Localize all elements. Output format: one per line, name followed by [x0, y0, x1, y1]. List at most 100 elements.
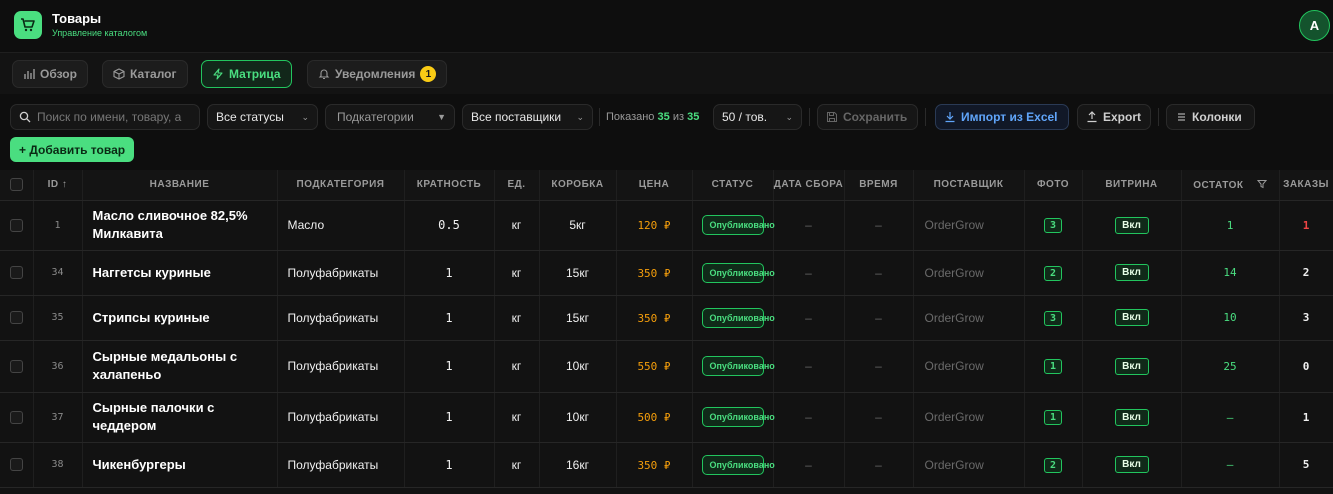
cell-photo[interactable]: 3 [1024, 200, 1083, 251]
photo-count-badge[interactable]: 3 [1044, 310, 1062, 326]
cell-photo[interactable]: 2 [1024, 250, 1083, 296]
status-badge[interactable]: Опубликовано [701, 307, 775, 328]
cell-status[interactable]: Опубликовано [692, 250, 775, 296]
cell-photo[interactable]: 1 [1024, 340, 1083, 393]
cell-stock[interactable]: – [1181, 392, 1280, 443]
photo-count-badge[interactable]: 2 [1044, 457, 1062, 473]
cell-time[interactable]: – [844, 295, 914, 341]
cell-multiplicity[interactable]: 1 [404, 250, 495, 296]
vitrina-toggle[interactable]: Вкл [1114, 216, 1149, 234]
avatar[interactable]: A [1299, 10, 1330, 41]
cell-box[interactable]: 10кг [539, 392, 617, 443]
col-header-box[interactable]: Коробка [539, 170, 617, 201]
vitrina-toggle[interactable]: Вкл [1114, 456, 1149, 473]
row-select-cell[interactable] [0, 392, 34, 443]
col-header-name[interactable]: Название [82, 170, 278, 201]
cell-stock[interactable]: 25 [1181, 340, 1280, 393]
cell-unit[interactable]: кг [494, 250, 540, 296]
cell-subcategory[interactable]: Полуфабрикаты [277, 442, 405, 488]
filter-icon[interactable] [1256, 179, 1267, 189]
cell-status[interactable]: Опубликовано [692, 295, 775, 341]
cell-status[interactable]: Опубликовано [692, 442, 775, 488]
cell-price[interactable]: 550 ₽ [616, 340, 693, 393]
tab-matrix[interactable]: Матрица [201, 60, 292, 88]
cell-unit[interactable]: кг [494, 392, 540, 443]
table-row[interactable]: 1 Масло сливочное 82,5% Милкавита Масло 0.5… [0, 200, 1333, 251]
select-all-cell[interactable] [0, 170, 34, 201]
cell-supplier[interactable]: OrderGrow [913, 442, 1025, 488]
cell-status[interactable]: Опубликовано [692, 340, 775, 393]
cell-unit[interactable]: кг [494, 200, 540, 251]
cell-price[interactable]: 350 ₽ [616, 250, 693, 296]
status-filter[interactable]: Все статусы ⌄ [207, 104, 318, 130]
row-select-cell[interactable] [0, 200, 34, 251]
cell-vitrina[interactable]: Вкл [1082, 442, 1182, 488]
cell-supplier[interactable]: OrderGrow [913, 295, 1025, 341]
cell-collect-date[interactable]: – [773, 295, 845, 341]
vitrina-toggle[interactable]: Вкл [1114, 408, 1149, 426]
col-header-stock[interactable]: Остаток [1181, 170, 1280, 201]
cell-supplier[interactable]: OrderGrow [913, 200, 1025, 251]
cell-unit[interactable]: кг [494, 442, 540, 488]
row-checkbox[interactable] [9, 410, 23, 424]
columns-button[interactable]: Колонки [1166, 104, 1255, 130]
col-header-multiplicity[interactable]: Кратность [404, 170, 495, 201]
col-header-supplier[interactable]: Поставщик [913, 170, 1025, 201]
supplier-filter[interactable]: Все поставщики ⌄ [462, 104, 593, 130]
cell-vitrina[interactable]: Вкл [1082, 250, 1182, 296]
cell-stock[interactable]: 10 [1181, 295, 1280, 341]
col-header-vitrina[interactable]: Витрина [1082, 170, 1182, 201]
cell-photo[interactable]: 1 [1024, 392, 1083, 443]
cell-photo[interactable]: 2 [1024, 442, 1083, 488]
cell-vitrina[interactable]: Вкл [1082, 340, 1182, 393]
cell-supplier[interactable]: OrderGrow [913, 250, 1025, 296]
add-product-button[interactable]: + Добавить товар [10, 137, 135, 162]
cell-status[interactable]: Опубликовано [692, 200, 775, 251]
status-badge[interactable]: Опубликовано [701, 262, 775, 283]
cell-photo[interactable]: 3 [1024, 295, 1083, 341]
search-input[interactable] [37, 110, 192, 124]
cell-price[interactable]: 120 ₽ [616, 200, 693, 251]
row-select-cell[interactable] [0, 340, 34, 393]
row-checkbox[interactable] [9, 311, 23, 324]
cell-stock[interactable]: 14 [1181, 250, 1280, 296]
cell-time[interactable]: – [844, 200, 914, 251]
row-select-cell[interactable] [0, 250, 34, 296]
cell-time[interactable]: – [844, 250, 914, 296]
cell-subcategory[interactable]: Полуфабрикаты [277, 250, 405, 296]
cell-name[interactable]: Стрипсы куриные [82, 295, 278, 341]
row-checkbox[interactable] [9, 458, 23, 471]
cell-time[interactable]: – [844, 392, 914, 443]
cell-time[interactable]: – [844, 340, 914, 393]
tab-catalog[interactable]: Каталог [102, 60, 188, 88]
photo-count-badge[interactable]: 2 [1044, 265, 1062, 281]
status-badge[interactable]: Опубликовано [701, 407, 775, 427]
vitrina-toggle[interactable]: Вкл [1114, 357, 1149, 375]
cell-collect-date[interactable]: – [773, 392, 845, 443]
table-row[interactable]: 34 Наггетсы куриные Полуфабрикаты 1 кг 15кг 35… [0, 250, 1333, 296]
cell-collect-date[interactable]: – [773, 250, 845, 296]
cell-box[interactable]: 5кг [539, 200, 617, 251]
import-excel-button[interactable]: Импорт из Excel [935, 104, 1069, 130]
cell-name[interactable]: Масло сливочное 82,5% Милкавита [82, 200, 278, 251]
table-row[interactable]: 36 Сырные медальоны с халапеньо Полуфабрик… [0, 340, 1333, 393]
col-header-photo[interactable]: Фото [1024, 170, 1083, 201]
cell-subcategory[interactable]: Полуфабрикаты [277, 392, 405, 443]
cell-subcategory[interactable]: Полуфабрикаты [277, 295, 405, 341]
cell-price[interactable]: 350 ₽ [616, 295, 693, 341]
cell-multiplicity[interactable]: 1 [404, 442, 495, 488]
cell-name[interactable]: Сырные палочки с чеддером [82, 392, 278, 443]
table-row[interactable]: 35 Стрипсы куриные Полуфабрикаты 1 кг 15кг 350… [0, 295, 1333, 341]
cell-status[interactable]: Опубликовано [692, 392, 775, 443]
cell-supplier[interactable]: OrderGrow [913, 340, 1025, 393]
status-badge[interactable]: Опубликовано [701, 356, 775, 376]
cell-vitrina[interactable]: Вкл [1082, 295, 1182, 341]
search-box[interactable] [10, 104, 200, 130]
cell-vitrina[interactable]: Вкл [1082, 200, 1182, 251]
tab-notifications[interactable]: Уведомления 1 [307, 60, 448, 88]
cell-collect-date[interactable]: – [773, 340, 845, 393]
cell-subcategory[interactable]: Полуфабрикаты [277, 340, 405, 393]
save-button[interactable]: Сохранить [817, 104, 918, 130]
status-badge[interactable]: Опубликовано [701, 215, 775, 235]
photo-count-badge[interactable]: 3 [1044, 218, 1062, 233]
